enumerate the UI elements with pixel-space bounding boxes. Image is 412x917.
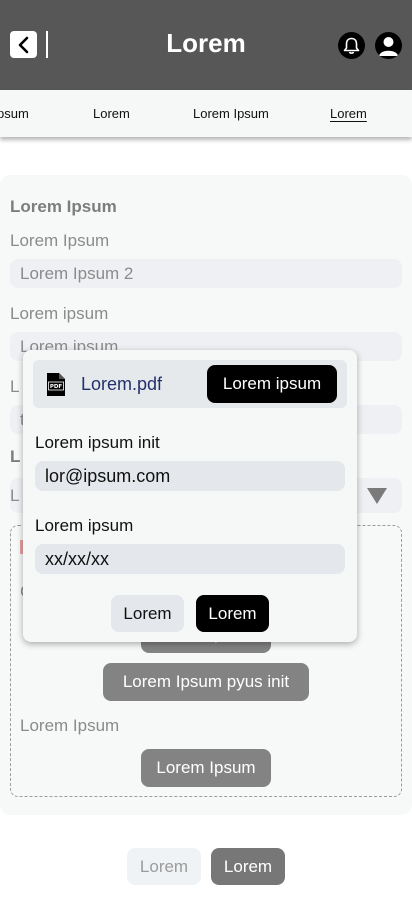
upload-modal: PDF Lorem.pdf Lorem ipsum Lorem ipsum in… <box>23 350 357 642</box>
email-input[interactable]: lor@ipsum.com <box>35 461 345 491</box>
tab-0[interactable]: psum <box>0 106 29 121</box>
tab-3-active[interactable]: Lorem <box>330 106 367 121</box>
file-row: PDF Lorem.pdf Lorem ipsum <box>33 360 347 408</box>
profile-button[interactable] <box>375 32 402 59</box>
app-header: Lorem <box>0 0 412 90</box>
field2-label: Lorem ipsum <box>10 304 109 323</box>
back-footer-button[interactable]: Lorem <box>127 848 201 885</box>
upload-button-2[interactable]: Lorem Ipsum pyus init <box>103 663 309 701</box>
svg-text:PDF: PDF <box>50 384 63 390</box>
user-icon <box>379 37 398 56</box>
section-title: Lorem Ipsum <box>10 197 117 216</box>
tab-bar: psum Lorem Lorem Ipsum Lorem <box>0 90 412 137</box>
modal-confirm-button[interactable]: Lorem <box>196 595 269 632</box>
pdf-file-icon: PDF <box>47 373 65 396</box>
next-footer-button[interactable]: Lorem <box>211 848 285 885</box>
field1-label: Lorem Ipsum <box>10 231 110 250</box>
triangle-down-icon[interactable] <box>367 488 387 504</box>
tab-2[interactable]: Lorem Ipsum <box>193 106 269 121</box>
date-input[interactable]: xx/xx/xx <box>35 544 345 574</box>
tab-1[interactable]: Lorem <box>93 106 130 121</box>
date-label: Lorem ipsum <box>35 516 134 535</box>
field3-label: L <box>10 377 20 396</box>
section2-title: L <box>10 447 21 466</box>
file-name[interactable]: Lorem.pdf <box>81 374 162 395</box>
email-label: Lorem ipsum init <box>35 433 160 452</box>
lower-button[interactable]: Lorem Ipsum <box>141 749 271 787</box>
select-label: L <box>10 486 20 505</box>
notifications-button[interactable] <box>338 32 365 59</box>
modal-cancel-button[interactable]: Lorem <box>111 595 184 632</box>
file-action-button[interactable]: Lorem ipsum <box>207 365 337 403</box>
lower-label: Lorem Ipsum <box>20 716 120 735</box>
bell-icon <box>343 37 360 54</box>
field1-input[interactable]: Lorem Ipsum 2 <box>10 259 402 288</box>
